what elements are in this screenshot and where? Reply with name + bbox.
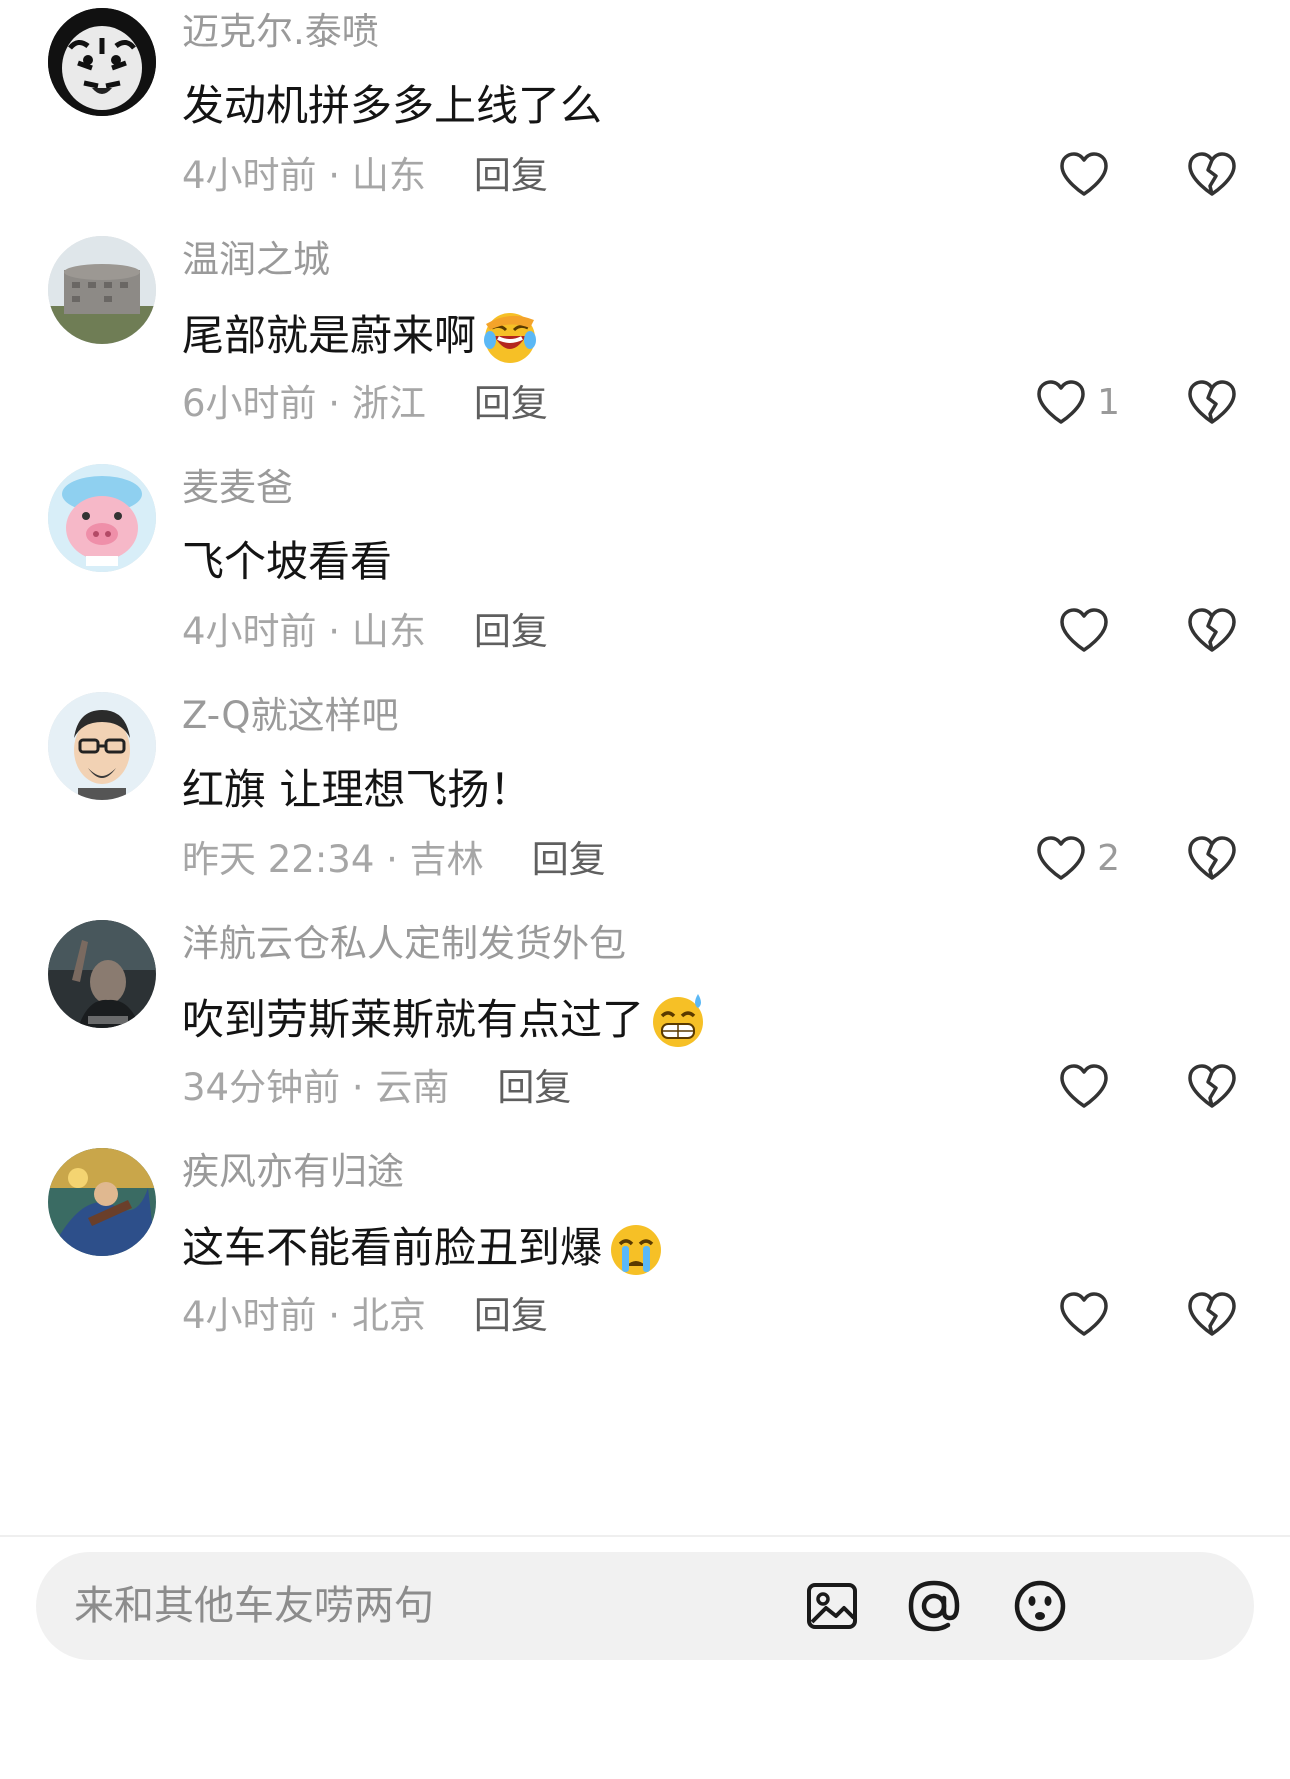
comment-text-content: 飞个坡看看 [182, 537, 393, 586]
reply-button[interactable]: 回复 [532, 836, 606, 884]
comment-username[interactable]: 疾风亦有归途 [182, 1148, 404, 1196]
composer-divider [0, 1535, 1290, 1537]
comment-text: 吹到劳斯莱斯就有点过了 [182, 990, 708, 1050]
avatar[interactable] [48, 920, 156, 1028]
comment-time-location: 昨天 22:34 · 吉林 [182, 838, 484, 881]
heart-icon [1060, 1292, 1108, 1336]
heart-icon [1037, 836, 1085, 880]
man-glasses-avatar-image [48, 692, 156, 800]
heart-icon [1060, 152, 1108, 196]
avatar[interactable] [48, 464, 156, 572]
comment-item: 麦麦爸 飞个坡看看 4小时前 · 山东 回复 [0, 456, 1290, 714]
reply-button[interactable]: 回复 [474, 608, 548, 656]
heart-icon [1060, 1064, 1108, 1108]
broken-heart-icon [1188, 836, 1236, 880]
comment-text: 尾部就是蔚来啊 [182, 306, 540, 366]
like-button[interactable] [1058, 606, 1120, 654]
avatar[interactable] [48, 1148, 156, 1256]
comment-time-location: 34分钟前 · 云南 [182, 1066, 450, 1109]
comment-meta: 4小时前 · 山东 回复 [182, 152, 548, 200]
dark-photo-avatar-image [48, 920, 156, 1028]
comment-text: 红旗 让理想飞扬！ [182, 762, 531, 818]
broken-heart-icon [1188, 608, 1236, 652]
comment-text: 这车不能看前脸丑到爆 [182, 1218, 666, 1278]
dislike-button[interactable] [1186, 834, 1238, 882]
comment-time-location: 4小时前 · 山东 [182, 154, 426, 197]
dislike-button[interactable] [1186, 1290, 1238, 1338]
dislike-button[interactable] [1186, 378, 1238, 426]
reply-button[interactable]: 回复 [474, 152, 548, 200]
comment-item: Z-Q就这样吧 红旗 让理想飞扬！ 昨天 22:34 · 吉林 回复 2 [0, 684, 1290, 942]
broken-heart-icon [1188, 380, 1236, 424]
laughing-tears-emoji-icon [480, 306, 540, 366]
comment-text-content: 红旗 让理想飞扬！ [182, 765, 532, 814]
heart-icon [1037, 380, 1085, 424]
image-icon [807, 1583, 857, 1629]
grin-sweat-emoji-icon [648, 990, 708, 1050]
pig-avatar-image [48, 464, 156, 572]
comment-time-location: 4小时前 · 山东 [182, 610, 426, 653]
comment-meta: 4小时前 · 北京 回复 [182, 1292, 548, 1340]
like-button[interactable] [1058, 1290, 1120, 1338]
comment-text-content: 尾部就是蔚来啊 [182, 311, 477, 360]
dislike-button[interactable] [1186, 606, 1238, 654]
like-count: 1 [1097, 381, 1120, 423]
broken-heart-icon [1188, 152, 1236, 196]
mention-button[interactable] [906, 1578, 962, 1634]
comment-text: 飞个坡看看 [182, 534, 392, 590]
image-button[interactable] [804, 1578, 860, 1634]
like-count: 2 [1097, 837, 1120, 879]
comment-item: 疾风亦有归途 这车不能看前脸丑到爆 4小时前 · 北京 回复 [0, 1140, 1290, 1398]
comment-text-content: 吹到劳斯莱斯就有点过了 [182, 995, 645, 1044]
comment-username[interactable]: 麦麦爸 [182, 464, 293, 512]
comment-item: 迈克尔.泰喷 发动机拼多多上线了么 4小时前 · 山东 回复 [0, 0, 1290, 258]
avatar[interactable] [48, 236, 156, 344]
comment-username[interactable]: 迈克尔.泰喷 [182, 8, 379, 56]
reply-button[interactable]: 回复 [474, 1292, 548, 1340]
comment-input[interactable] [74, 1574, 874, 1638]
comment-item: 洋航云仓私人定制发货外包 吹到劳斯莱斯就有点过了 34分钟前 · 云南 回复 [0, 912, 1290, 1170]
dislike-button[interactable] [1186, 150, 1238, 198]
comment-username[interactable]: 温润之城 [182, 236, 330, 284]
tiger-avatar-image [48, 8, 156, 116]
comment-text-content: 这车不能看前脸丑到爆 [182, 1223, 603, 1272]
comment-meta: 34分钟前 · 云南 回复 [182, 1064, 571, 1112]
reply-button[interactable]: 回复 [497, 1064, 571, 1112]
like-button[interactable]: 1 [1035, 378, 1120, 426]
comment-item: 温润之城 尾部就是蔚来啊 6小时前 · 浙江 回复 1 [0, 228, 1290, 486]
comment-username[interactable]: Z-Q就这样吧 [182, 692, 399, 740]
comment-meta: 4小时前 · 山东 回复 [182, 608, 548, 656]
avatar[interactable] [48, 692, 156, 800]
comment-text-content: 发动机拼多多上线了么 [182, 81, 603, 130]
comment-time-location: 6小时前 · 浙江 [182, 382, 426, 425]
emoji-button[interactable] [1012, 1578, 1068, 1634]
like-button[interactable] [1058, 1062, 1120, 1110]
crying-emoji-icon [606, 1218, 666, 1278]
like-button[interactable] [1058, 150, 1120, 198]
heart-icon [1060, 608, 1108, 652]
comment-text: 发动机拼多多上线了么 [182, 78, 602, 134]
emoji-icon [1014, 1580, 1066, 1632]
comment-meta: 昨天 22:34 · 吉林 回复 [182, 836, 606, 884]
comment-username[interactable]: 洋航云仓私人定制发货外包 [182, 920, 626, 968]
comment-meta: 6小时前 · 浙江 回复 [182, 380, 548, 428]
comment-list: 迈克尔.泰喷 发动机拼多多上线了么 4小时前 · 山东 回复 温润之城 尾部就是… [0, 0, 1290, 1535]
comment-time-location: 4小时前 · 北京 [182, 1294, 426, 1337]
avatar[interactable] [48, 8, 156, 116]
at-icon [908, 1580, 960, 1632]
building-avatar-image [48, 236, 156, 344]
broken-heart-icon [1188, 1292, 1236, 1336]
reply-button[interactable]: 回复 [474, 380, 548, 428]
dislike-button[interactable] [1186, 1062, 1238, 1110]
game-hero-avatar-image [48, 1148, 156, 1256]
broken-heart-icon [1188, 1064, 1236, 1108]
like-button[interactable]: 2 [1035, 834, 1120, 882]
comment-composer [36, 1552, 1254, 1660]
